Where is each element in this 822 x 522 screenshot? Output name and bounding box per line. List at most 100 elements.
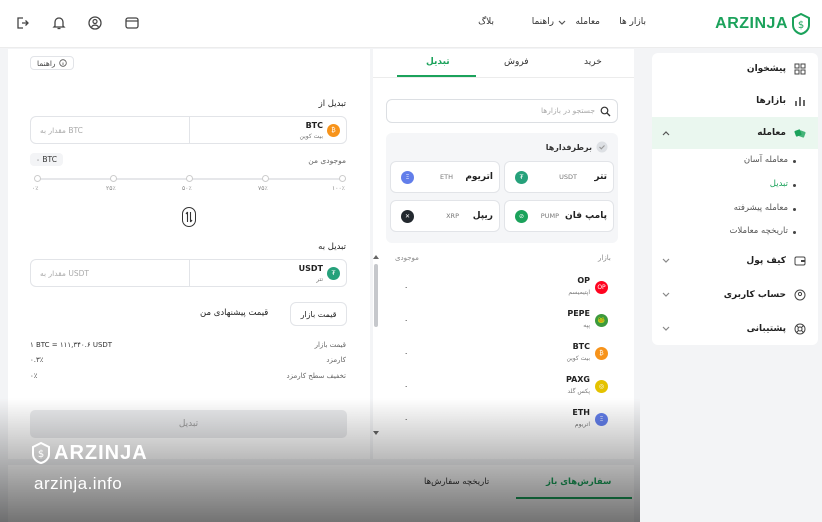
logout-icon[interactable] <box>14 15 30 31</box>
scrollbar-thumb[interactable] <box>374 264 378 327</box>
nav-guide[interactable]: راهنما <box>532 17 554 27</box>
market-symbol: OP <box>577 276 590 285</box>
market-row[interactable]: Ξ ETH اتریوم ۰ <box>386 407 618 435</box>
tick-label: ۷۵٪ <box>258 185 268 192</box>
brand-logo[interactable]: ARZINJA $ <box>715 11 810 37</box>
to-amount-input[interactable]: مقدار به USDT <box>40 269 89 278</box>
from-amount-input[interactable]: مقدار به BTC <box>40 126 83 135</box>
convert-submit-button[interactable]: تبدیل <box>30 410 347 438</box>
sidebar-sub-convert[interactable]: تبدیل <box>770 179 797 189</box>
tab-open-orders[interactable]: سفارش‌های باز <box>546 477 611 487</box>
divider <box>189 117 190 143</box>
nav-markets[interactable]: بازار ها <box>619 17 646 27</box>
market-name: اپتیمیسم <box>568 289 590 296</box>
user-icon[interactable] <box>87 15 103 31</box>
chevron-down-icon <box>662 326 670 331</box>
btc-icon: ₿ <box>327 124 340 137</box>
fav-symbol: ETH <box>440 173 453 181</box>
sidebar-sub-easy-trade[interactable]: معامله آسان <box>744 155 797 165</box>
swap-button[interactable] <box>182 207 196 227</box>
swap-icon <box>185 211 193 223</box>
market-symbol: PAXG <box>565 375 590 384</box>
suggested-price-button[interactable]: قیمت پیشنهادی من <box>200 308 268 318</box>
top-bar: ARZINJA $ بازار ها معامله راهنما بلاگ <box>0 0 822 48</box>
fav-name: پامپ فان <box>565 211 607 221</box>
favorites-title: برطرفدارها <box>545 143 592 152</box>
bell-icon[interactable] <box>51 15 67 31</box>
fee-discount-label: تخفیف سطح کارمزد <box>286 372 346 380</box>
user-icon <box>794 289 806 301</box>
tab-divider <box>373 77 634 78</box>
fav-name: تتر <box>594 172 607 182</box>
sidebar-sub-history[interactable]: تاریخچه معاملات <box>729 226 796 236</box>
market-price-value: ۱ BTC = ۱۱۱,۳۴۰.۶ USDT <box>30 341 113 349</box>
wallet-icon <box>794 256 806 266</box>
search-input[interactable]: جستجو در بازارها <box>386 99 618 123</box>
sidebar-item-trade[interactable]: معامله <box>652 117 818 149</box>
tab-convert[interactable]: تبدیل <box>426 57 450 67</box>
fav-name: اتریوم <box>465 172 493 182</box>
sidebar-item-label: حساب کاربری <box>723 290 786 300</box>
favorite-usdt[interactable]: تتر USDT ₮ <box>504 161 614 193</box>
convert-panel: راهنما تبدیل از ₿ BTC بیت کوین مقدار به … <box>8 49 370 459</box>
slider-handle[interactable] <box>34 175 41 182</box>
from-input-card[interactable]: ₿ BTC بیت کوین مقدار به BTC <box>30 116 347 144</box>
sidebar-item-label: بازارها <box>756 96 786 106</box>
tab-sell[interactable]: فروش <box>504 57 529 67</box>
coin-icon: OP <box>595 281 608 294</box>
fav-symbol: PUMP <box>540 212 559 220</box>
favorite-eth[interactable]: اتریوم ETH Ξ <box>390 161 500 193</box>
nav-trade[interactable]: معامله <box>575 17 600 27</box>
sidebar-sub-advanced[interactable]: معامله پیشرفته <box>734 203 797 213</box>
sidebar-item-markets[interactable]: بازارها <box>652 85 818 117</box>
scroll-down-icon[interactable] <box>373 430 379 436</box>
fav-name: ریپل <box>472 211 493 221</box>
market-name: پپه <box>583 322 590 329</box>
sidebar-item-account[interactable]: حساب کاربری <box>652 279 818 311</box>
favorites-box: برطرفدارها تتر USDT ₮ اتریوم ETH Ξ پامپ … <box>386 133 618 243</box>
from-name: بیت کوین <box>299 133 323 140</box>
market-balance: ۰ <box>404 316 409 325</box>
market-symbol: PEPE <box>567 309 590 318</box>
slider-dot[interactable] <box>339 175 346 182</box>
market-name: بیت کوین <box>566 355 590 362</box>
market-balance: ۰ <box>404 415 409 424</box>
market-symbol: ETH <box>572 408 590 417</box>
guide-button[interactable]: راهنما <box>30 56 74 70</box>
market-price-button[interactable]: قیمت بازار <box>290 302 347 326</box>
fav-symbol: USDT <box>559 173 577 181</box>
to-input-card[interactable]: ₮ USDT تتر مقدار به USDT <box>30 259 347 287</box>
market-row[interactable]: ◎ PAXG پکس گلد ۰ <box>386 374 618 402</box>
slider-dot[interactable] <box>110 175 117 182</box>
tab-active-indicator <box>516 497 632 499</box>
scrollbar[interactable] <box>373 254 379 438</box>
watermark-logo: $ ARZINJA <box>32 441 148 465</box>
nav-blog[interactable]: بلاگ <box>478 17 494 27</box>
tick-label: ۵۰٪ <box>182 185 192 192</box>
sidebar: پیشخوان بازارها معامله معامله آسان تبدیل… <box>652 53 818 345</box>
sidebar-item-wallet[interactable]: کیف پول <box>652 245 818 277</box>
tab-order-history[interactable]: تاریخچه سفارش‌ها <box>424 477 489 487</box>
column-balance: موجودی <box>395 254 419 262</box>
coin-icon: ◎ <box>595 380 608 393</box>
market-name: پکس گلد <box>567 388 590 395</box>
slider-dot[interactable] <box>186 175 193 182</box>
market-row[interactable]: OP OP اپتیمیسم ۰ <box>386 275 618 303</box>
favorite-pump[interactable]: پامپ فان PUMP ⊘ <box>504 200 614 232</box>
sidebar-item-support[interactable]: پشتیبانی <box>652 313 818 345</box>
favorite-xrp[interactable]: ریپل XRP ✕ <box>390 200 500 232</box>
sidebar-item-label: پیشخوان <box>746 64 786 74</box>
sidebar-item-label: معامله <box>757 128 786 138</box>
check-circle-icon <box>596 141 608 153</box>
scroll-up-icon[interactable] <box>373 254 379 260</box>
from-symbol: BTC <box>305 121 323 130</box>
fee-discount-value: ۰٪ <box>30 372 38 380</box>
market-row[interactable]: ₿ BTC بیت کوین ۰ <box>386 341 618 369</box>
wallet-icon[interactable] <box>124 15 140 31</box>
tab-buy[interactable]: خرید <box>584 57 602 67</box>
usdt-icon: ₮ <box>327 267 340 280</box>
slider-dot[interactable] <box>262 175 269 182</box>
sidebar-item-dashboard[interactable]: پیشخوان <box>652 53 818 85</box>
watermark-logo-icon: $ <box>32 441 50 465</box>
market-row[interactable]: 🐸 PEPE پپه ۰ <box>386 308 618 336</box>
